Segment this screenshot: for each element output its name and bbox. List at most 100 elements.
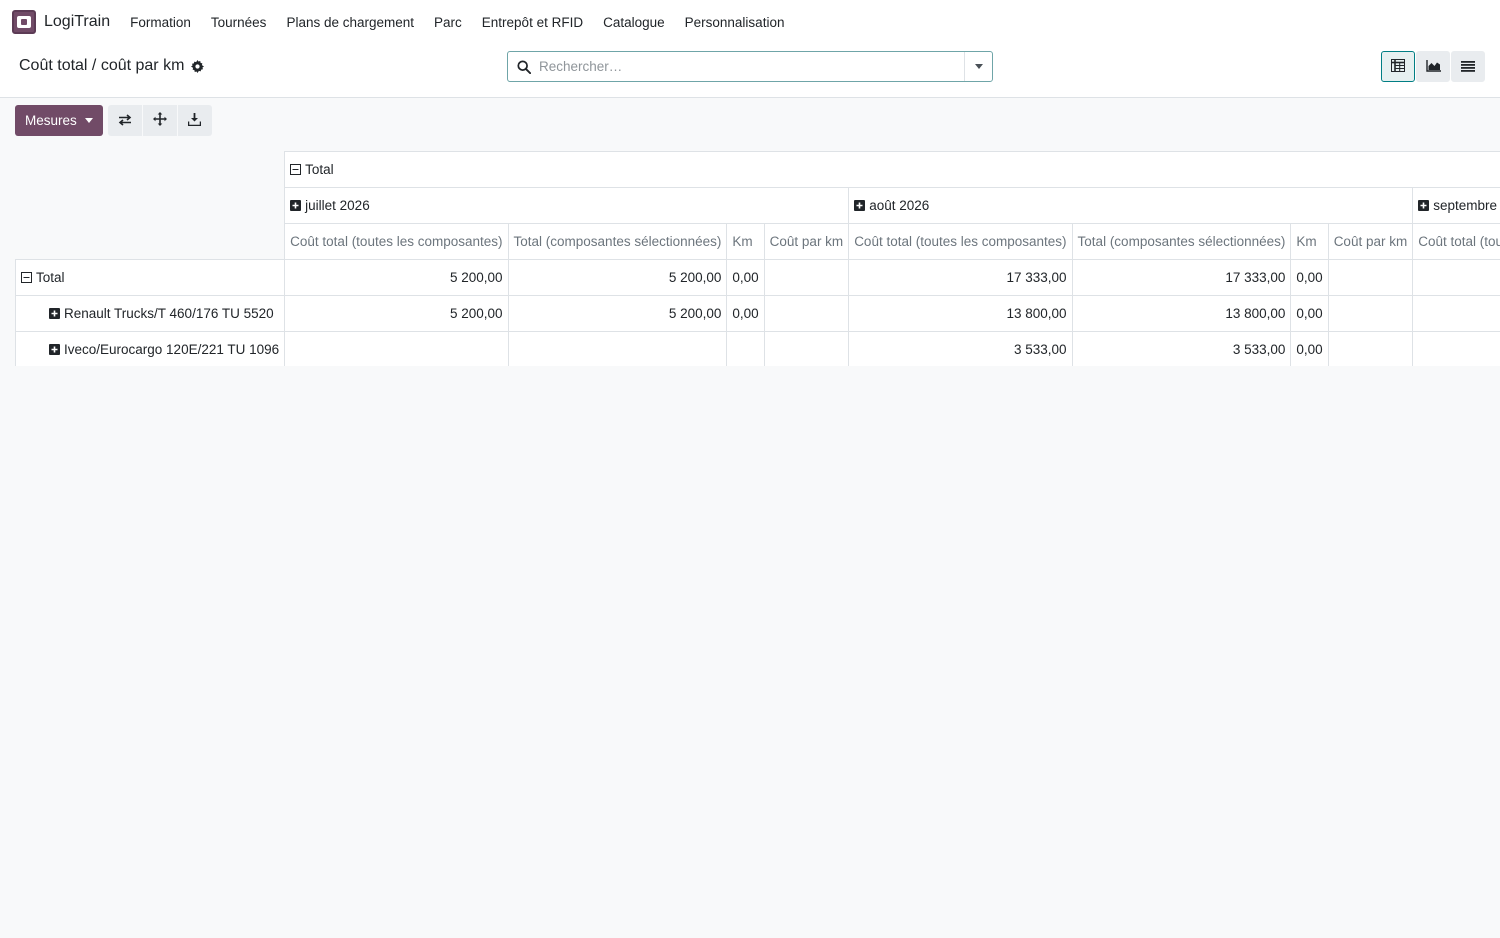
col-header-group-label: août 2026 [869,198,930,213]
app-name[interactable]: LogiTrain [44,13,110,31]
row-header-vehicle[interactable]: Iveco/Eurocargo 120E/221 TU 1096 [15,331,286,366]
flip-axis-button[interactable] [107,105,142,136]
pivot-cell[interactable] [1327,295,1414,332]
measure-header[interactable]: Total (composantes sélectionnées) [507,223,728,260]
pivot-corner [15,151,286,188]
pivot-cell[interactable]: 0,00 [726,259,765,296]
pivot-cell[interactable] [1412,295,1500,332]
col-header-total[interactable]: Total [284,151,1500,188]
graph-view-button[interactable] [1416,51,1450,82]
pivot-cell[interactable]: 5 200,00 [507,259,728,296]
expand-icon [49,308,60,319]
pivot-cell[interactable]: 0,00 [726,295,765,332]
table-row: Renault Trucks/T 460/176 TU 5520 5 200,0… [15,295,1500,332]
pivot-cell[interactable]: 5 200,00 [507,295,728,332]
pivot-cell[interactable] [726,331,765,366]
pivot-cell[interactable] [1412,259,1500,296]
menu-catalogue[interactable]: Catalogue [603,15,665,30]
download-button[interactable] [177,105,212,136]
control-panel: Coût total / coût par km [0,44,1500,98]
pivot-cell[interactable] [763,259,850,296]
pivot-cell[interactable]: 0,00 [1290,295,1329,332]
expand-icon [49,344,60,355]
row-header-label: Renault Trucks/T 460/176 TU 5520 [64,306,274,321]
collapse-icon [290,164,302,175]
pivot-cell[interactable]: 13 800,00 [848,295,1073,332]
gear-icon[interactable] [191,59,205,73]
measure-header[interactable]: Coût par km [1327,223,1414,260]
pivot-cell[interactable] [507,331,728,366]
app-logo-icon[interactable] [12,10,36,34]
expand-icon [1418,200,1430,211]
menu-plans-de-chargement[interactable]: Plans de chargement [286,15,414,30]
col-header-group[interactable]: juillet 2026 [284,187,850,224]
search-box [507,51,993,82]
pivot-cell[interactable]: 0,00 [1290,259,1329,296]
measure-header[interactable]: Coût total (toutes les composantes) [848,223,1073,260]
pivot-cell[interactable] [763,295,850,332]
pivot-table-container: Total juillet 2026 août 2026 septembre 2… [15,151,1500,366]
col-header-group[interactable]: septembre 2026 [1412,187,1500,224]
row-header-label: Total [36,270,65,285]
breadcrumb: Coût total / coût par km [19,57,205,75]
pivot-cell[interactable]: 3 533,00 [1071,331,1292,366]
search-icon [517,59,531,74]
table-row: Total 5 200,00 5 200,00 0,00 17 333,00 1… [15,259,1500,296]
expand-icon [290,200,302,211]
search-input[interactable] [539,59,959,74]
pivot-corner [15,187,286,224]
menu-entrepot-rfid[interactable]: Entrepôt et RFID [482,15,583,30]
pivot-cell[interactable] [763,331,850,366]
expand-icon [854,200,866,211]
pivot-cell[interactable]: 3 533,00 [848,331,1073,366]
pivot-cell[interactable]: 0,00 [1290,331,1329,366]
expand-all-button[interactable] [142,105,177,136]
expand-all-icon [152,112,167,129]
menu-parc[interactable]: Parc [434,15,462,30]
pivot-view-button[interactable] [1381,51,1415,82]
menu-tournees[interactable]: Tournées [211,15,267,30]
row-header-vehicle[interactable]: Renault Trucks/T 460/176 TU 5520 [15,295,286,332]
list-view-button[interactable] [1451,51,1485,82]
col-header-total-label: Total [305,162,334,177]
row-header-label: Iveco/Eurocargo 120E/221 TU 1096 [64,342,280,357]
measure-header[interactable]: Coût total (toutes les composantes) [1412,223,1500,260]
pivot-tools [107,105,213,136]
pivot-cell[interactable]: 5 200,00 [284,259,509,296]
view-switcher [1380,51,1485,82]
pivot-cell[interactable] [1412,331,1500,366]
flip-axis-icon [118,113,132,129]
list-view-icon [1461,59,1475,75]
measure-header[interactable]: Coût par km [763,223,850,260]
search-options-toggle[interactable] [964,52,992,81]
menu-personnalisation[interactable]: Personnalisation [685,15,785,30]
col-header-group[interactable]: août 2026 [848,187,1414,224]
chevron-down-icon [974,64,983,69]
measures-label: Mesures [25,113,77,128]
measure-header[interactable]: Km [726,223,765,260]
measure-header[interactable]: Km [1290,223,1329,260]
pivot-cell[interactable] [1327,259,1414,296]
pivot-toolbar: Mesures [15,105,213,136]
measure-header[interactable]: Total (composantes sélectionnées) [1071,223,1292,260]
pivot-cell[interactable]: 17 333,00 [1071,259,1292,296]
measure-header[interactable]: Coût total (toutes les composantes) [284,223,509,260]
caret-down-icon [84,118,93,123]
menu-formation[interactable]: Formation [130,15,191,30]
measures-dropdown-button[interactable]: Mesures [15,105,103,136]
pivot-cell[interactable] [284,331,509,366]
collapse-icon [21,272,32,283]
top-navbar: LogiTrain Formation Tournées Plans de ch… [0,0,1500,44]
pivot-cell[interactable]: 17 333,00 [848,259,1073,296]
pivot-cell[interactable] [1327,331,1414,366]
page-title: Coût total / coût par km [19,57,185,74]
pivot-cell[interactable]: 5 200,00 [284,295,509,332]
pivot-cell[interactable]: 13 800,00 [1071,295,1292,332]
graph-view-icon [1425,59,1441,75]
table-row: Iveco/Eurocargo 120E/221 TU 1096 3 533,0… [15,331,1500,366]
col-header-group-label: septembre 2026 [1433,198,1500,213]
col-header-group-label: juillet 2026 [305,198,370,213]
pivot-corner [15,223,286,260]
row-header-total[interactable]: Total [15,259,286,296]
pivot-view-icon [1391,58,1405,75]
